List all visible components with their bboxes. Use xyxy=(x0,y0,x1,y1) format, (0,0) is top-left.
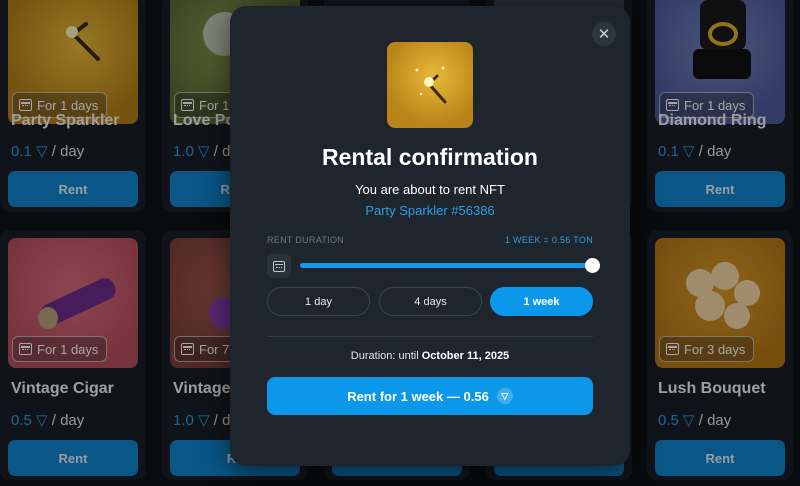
divider xyxy=(267,336,593,337)
rate-label: 1 WEEK = 0.56 TON xyxy=(504,235,593,245)
confirm-rent-button[interactable]: Rent for 1 week — 0.56 ▽ xyxy=(267,377,593,415)
duration-option-1-day[interactable]: 1 day xyxy=(267,287,370,316)
rental-confirmation-modal: ✕ Rental confirmation You are about to r… xyxy=(230,6,630,466)
ton-icon: ▽ xyxy=(496,388,513,404)
nft-thumbnail xyxy=(387,42,473,128)
slider-fill xyxy=(300,263,594,268)
nft-name-link[interactable]: Party Sparkler #56386 xyxy=(230,203,630,218)
sparkler-icon xyxy=(415,66,447,104)
slider-thumb[interactable] xyxy=(584,258,600,273)
duration-option-4-days[interactable]: 4 days xyxy=(379,287,482,316)
close-icon[interactable]: ✕ xyxy=(592,22,616,46)
duration-slider[interactable] xyxy=(300,258,600,273)
calendar-button[interactable] xyxy=(267,254,291,278)
duration-summary: Duration: until October 11, 2025 xyxy=(350,350,510,362)
rent-duration-label: RENT DURATION xyxy=(267,235,345,245)
modal-title: Rental confirmation xyxy=(322,144,538,170)
calendar-icon xyxy=(273,260,285,272)
duration-option-1-week[interactable]: 1 week xyxy=(490,287,593,316)
modal-subtitle: You are about to rent NFT xyxy=(355,182,505,197)
